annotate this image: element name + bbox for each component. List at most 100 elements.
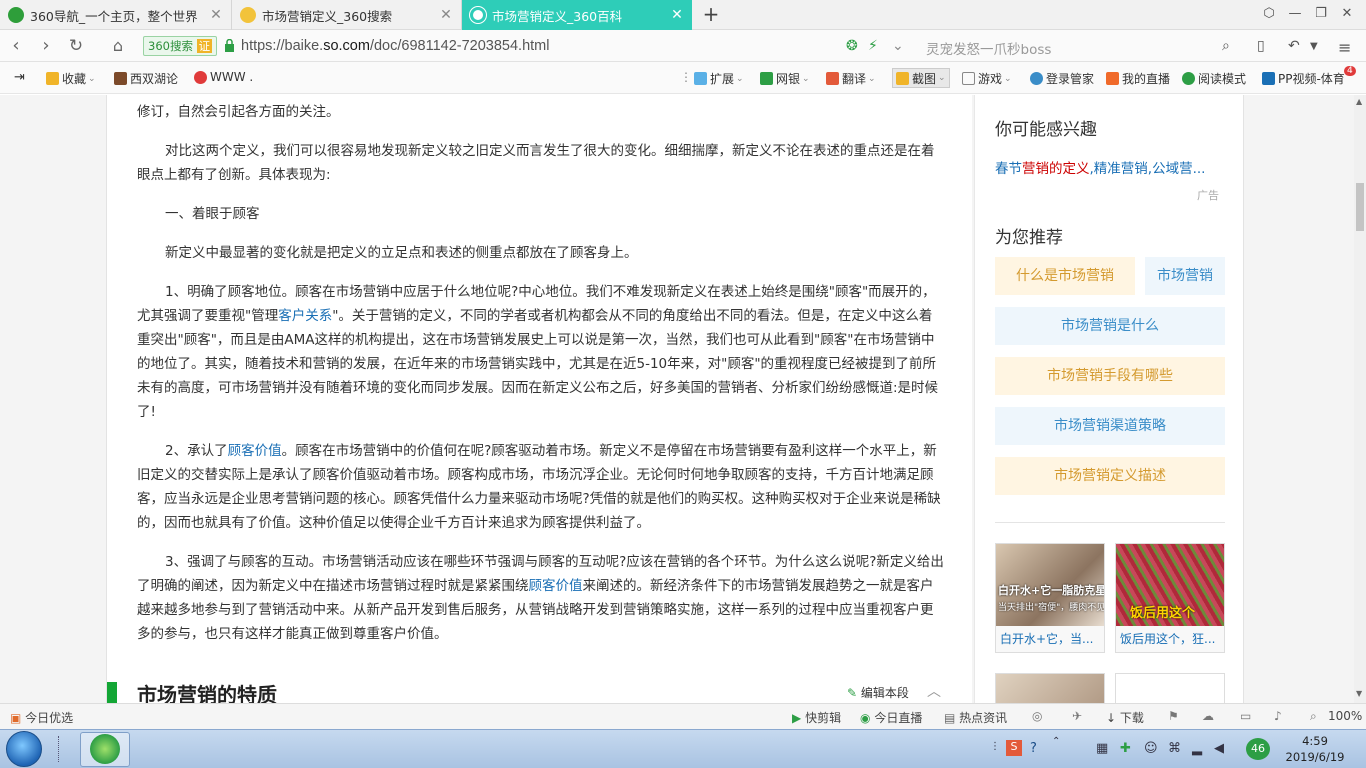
new-tab-button[interactable]: + — [700, 3, 722, 27]
tray-expand-icon[interactable]: ⌃ — [1052, 736, 1060, 747]
status-bar: ▣ 今日优选 ▶ 快剪辑 ◉ 今日直播 ▤ 热点资讯 ◎ ✈ ↓ 下载 ⚑ ☁ … — [0, 703, 1366, 729]
lightning-icon[interactable]: ⚡ — [868, 38, 878, 54]
divider — [995, 522, 1225, 523]
bookmark-favorites[interactable]: 收藏 ⌄ — [46, 70, 96, 87]
interest-title: 你可能感兴趣 — [995, 120, 1097, 140]
tab-baike[interactable]: 市场营销定义_360百科 ✕ — [462, 0, 692, 30]
tray-badge[interactable]: 46 — [1246, 738, 1270, 760]
ad-label: 广告 — [1197, 189, 1219, 202]
minimize-icon[interactable]: — — [1286, 6, 1304, 21]
quick-edit[interactable]: ▶ 快剪辑 — [792, 709, 841, 726]
speed-icon[interactable]: ◎ — [1032, 709, 1042, 723]
link-customer-value[interactable]: 顾客价值 — [228, 443, 282, 459]
shield-icon — [760, 72, 773, 85]
toolbar-netbank[interactable]: 网银 ⌄ — [760, 70, 810, 87]
tab-search[interactable]: 市场营销定义_360搜索 ✕ — [232, 0, 462, 30]
url-field[interactable]: https://baike.so.com/doc/6981142-7203854… — [241, 38, 549, 54]
paragraph: 2、承认了顾客价值。顾客在市场营销中的价值何在呢?顾客驱动着市场。新定义不是停留… — [137, 443, 941, 531]
divider-dots: ⋮ — [680, 70, 692, 84]
recommend-item[interactable]: 市场营销定义描述 — [995, 457, 1225, 495]
bookmark-xishuang[interactable]: 西双湖论 — [114, 70, 178, 87]
recommend-item[interactable]: 市场营销 — [1145, 257, 1225, 295]
help-icon[interactable]: ? — [1030, 741, 1037, 756]
play-icon: ◉ — [860, 711, 871, 725]
recommend-item[interactable]: 市场营销是什么 — [995, 307, 1225, 345]
link-customer-value[interactable]: 顾客价值 — [529, 578, 583, 594]
search-icon[interactable]: ⌕ — [1222, 38, 1230, 54]
close-icon[interactable]: ✕ — [439, 7, 453, 23]
toolbar-pp[interactable]: PP视频-体育 — [1262, 70, 1345, 87]
ad-caption: 饭后用这个，狂... — [1120, 632, 1216, 646]
toolbar-extensions[interactable]: 扩展 ⌄ — [694, 70, 744, 87]
undo-icon[interactable]: ↶ — [1288, 38, 1300, 54]
pin-icon[interactable]: ✈ — [1072, 709, 1082, 723]
menu-icon[interactable]: ≡ — [1338, 38, 1351, 57]
toolbar-login[interactable]: 登录管家 — [1030, 70, 1094, 87]
home-icon[interactable]: ⌂ — [108, 36, 128, 56]
usb-icon[interactable]: ⌘ — [1168, 741, 1181, 756]
zoom-level[interactable]: 100% — [1328, 709, 1362, 723]
ad-card[interactable]: 白开水+它一脂肪克星 当天排出"宿便"，腰肉不见了 白开水+它，当... — [995, 543, 1105, 653]
link-customer-relation[interactable]: 客户关系 — [278, 308, 332, 324]
ad-card[interactable] — [1115, 673, 1225, 703]
ad-card[interactable]: 饭后用这个 饭后用这个，狂... — [1115, 543, 1225, 653]
bookmark-www[interactable]: WWW . — [194, 70, 253, 84]
speed-icon[interactable]: ❂ — [846, 38, 858, 54]
window-icon[interactable]: ▭ — [1240, 709, 1251, 723]
news-icon: ▤ — [944, 711, 956, 725]
hot-news[interactable]: ▤ 热点资讯 — [944, 709, 1007, 726]
close-icon[interactable]: ✕ — [209, 7, 223, 23]
network-icon[interactable]: ▂ — [1192, 741, 1202, 756]
notification-badge: 4 — [1344, 66, 1356, 76]
flag-icon[interactable]: ⚑ — [1168, 709, 1179, 723]
toolbar-screenshot[interactable]: 截图 ⌄ — [892, 68, 950, 88]
ad-card[interactable] — [995, 673, 1105, 703]
tab-360-nav[interactable]: 360导航_一个主页，整个世界 ✕ — [0, 0, 232, 30]
edit-section-button[interactable]: ✎ 编辑本段 — [847, 684, 909, 701]
close-window-icon[interactable]: ✕ — [1338, 6, 1356, 21]
close-icon[interactable]: ✕ — [670, 7, 684, 23]
toolbar-reader[interactable]: 阅读模式 — [1182, 70, 1246, 87]
chevron-down-icon[interactable]: ▼ — [1310, 41, 1318, 52]
taskbar-browser[interactable] — [80, 732, 130, 767]
interest-link[interactable]: 春节营销的定义,精准营销,公域营... — [995, 157, 1225, 177]
keyboard-icon[interactable]: ▦ — [1096, 741, 1108, 756]
scrollbar-thumb[interactable] — [1356, 183, 1364, 231]
download-button[interactable]: ↓ 下载 — [1106, 709, 1144, 726]
scroll-up-icon[interactable]: ▲ — [1356, 97, 1362, 106]
360-safe-icon[interactable]: ✚ — [1120, 741, 1131, 756]
refresh-icon[interactable]: ↻ — [66, 36, 86, 56]
collapse-icon[interactable]: ︿ — [927, 681, 941, 701]
skin-icon[interactable]: ⬡ — [1260, 6, 1278, 21]
sound-icon[interactable]: ♪ — [1274, 709, 1282, 723]
recommend-item[interactable]: 什么是市场营销 — [995, 257, 1135, 295]
today-picks[interactable]: ▣ 今日优选 — [10, 709, 73, 726]
qq-icon[interactable]: ☺ — [1144, 741, 1158, 756]
clock[interactable]: 4:59 2019/6/19 — [1284, 733, 1346, 765]
cloud-icon[interactable]: ☁ — [1202, 709, 1214, 723]
scrollbar[interactable]: ▲ ▼ — [1354, 95, 1366, 703]
windows-start-icon[interactable] — [6, 731, 42, 767]
sogou-icon[interactable]: S — [1006, 740, 1022, 756]
today-live[interactable]: ◉ 今日直播 — [860, 709, 922, 726]
volume-icon[interactable]: ◀ — [1214, 741, 1224, 756]
toolbar-translate[interactable]: 翻译 ⌄ — [826, 70, 876, 87]
broken-image-icon — [1116, 674, 1224, 703]
scissors-icon — [896, 71, 909, 85]
chevron-down-icon[interactable]: ⌄ — [892, 38, 904, 54]
toolbar-live[interactable]: 我的直播 — [1106, 70, 1170, 87]
translate-icon — [826, 72, 839, 85]
forward-icon[interactable]: › — [36, 36, 56, 56]
cert-badge[interactable]: 360搜索 证 — [143, 36, 218, 56]
phone-icon[interactable]: ▯ — [1257, 38, 1265, 54]
back-icon[interactable]: ‹ — [6, 36, 26, 56]
toolbar-games[interactable]: 游戏 ⌄ — [962, 70, 1012, 87]
scroll-down-icon[interactable]: ▼ — [1356, 689, 1362, 698]
sidebar-toggle-icon[interactable]: ⇥ — [14, 70, 25, 85]
ad-image — [996, 674, 1104, 703]
restore-icon[interactable]: ❐ — [1312, 6, 1330, 21]
zoom-icon[interactable]: ⌕ — [1310, 709, 1317, 724]
recommend-item[interactable]: 市场营销手段有哪些 — [995, 357, 1225, 395]
recommend-item[interactable]: 市场营销渠道策略 — [995, 407, 1225, 445]
search-input[interactable]: 灵宠发怒一爪秒boss — [926, 38, 1051, 58]
